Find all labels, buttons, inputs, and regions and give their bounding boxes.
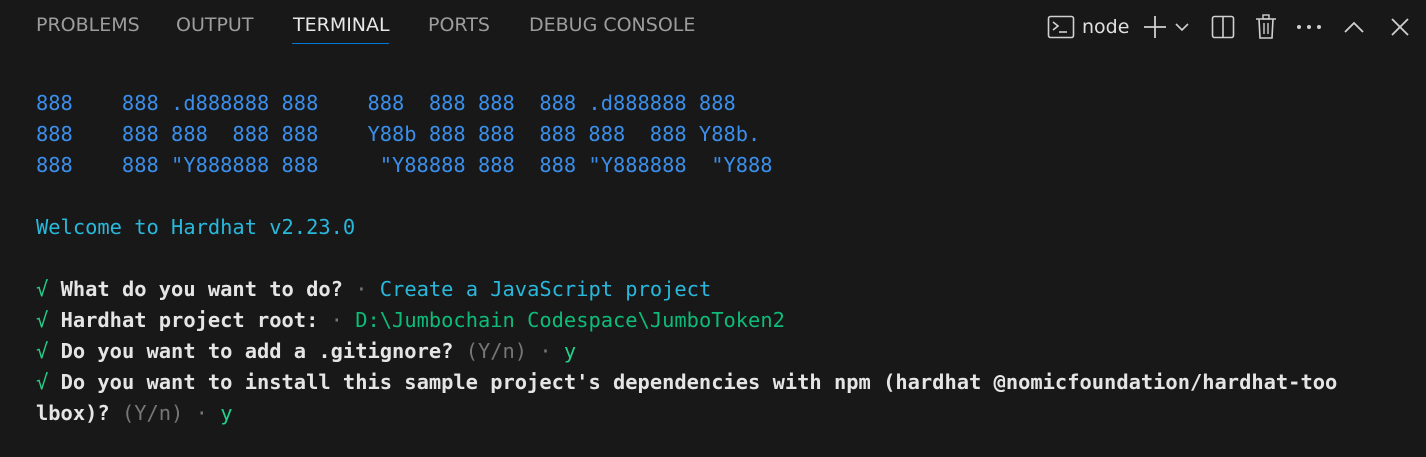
split-icon[interactable] xyxy=(1208,8,1238,46)
welcome-message: Welcome to Hardhat v2.23.0 xyxy=(36,215,356,239)
prompt-line-install-cont: lbox)? (Y/n) · y xyxy=(36,401,233,425)
ellipsis-icon[interactable] xyxy=(1294,8,1324,46)
tab-debug-console[interactable]: DEBUG CONSOLE xyxy=(529,14,695,36)
check-icon: √ xyxy=(36,277,49,301)
terminal-scrollbar[interactable] xyxy=(1413,56,1424,457)
tab-output[interactable]: OUTPUT xyxy=(176,14,253,36)
active-tab-indicator xyxy=(292,43,389,44)
terminal-icon[interactable] xyxy=(1044,8,1078,46)
tab-terminal[interactable]: TERMINAL xyxy=(293,14,390,36)
prompt-line-gitignore: √ Do you want to add a .gitignore? (Y/n)… xyxy=(36,339,577,363)
prompt-line-install: √ Do you want to install this sample pro… xyxy=(36,370,1338,394)
chevron-down-icon[interactable] xyxy=(1172,8,1192,46)
check-icon: √ xyxy=(36,308,49,332)
tab-ports[interactable]: PORTS xyxy=(428,14,490,36)
close-icon[interactable] xyxy=(1386,8,1414,46)
tab-problems[interactable]: PROBLEMS xyxy=(36,14,140,36)
plus-icon[interactable] xyxy=(1140,8,1170,46)
prompt-line-root: √ Hardhat project root: · D:\Jumbochain … xyxy=(36,308,785,332)
panel-tab-bar: PROBLEMS OUTPUT TERMINAL PORTS DEBUG CON… xyxy=(0,0,1426,54)
prompt-line-action: √ What do you want to do? · Create a Jav… xyxy=(36,277,712,301)
terminal-panel: PROBLEMS OUTPUT TERMINAL PORTS DEBUG CON… xyxy=(0,0,1426,457)
ascii-art-line: 888 888 "Y888888 888 "Y88888 888 888 "Y8… xyxy=(36,153,773,177)
ascii-art-line: 888 888 888 888 888 Y88b 888 888 888 888… xyxy=(36,122,761,146)
ascii-art-line: 888 888 .d888888 888 888 888 888 888 .d8… xyxy=(36,91,736,115)
terminal-output[interactable]: 888 888 .d888888 888 888 888 888 888 .d8… xyxy=(36,88,1414,429)
check-icon: √ xyxy=(36,370,49,394)
terminal-name-label[interactable]: node xyxy=(1082,16,1129,38)
trash-icon[interactable] xyxy=(1251,8,1281,46)
check-icon: √ xyxy=(36,339,49,363)
chevron-up-icon[interactable] xyxy=(1340,8,1368,46)
